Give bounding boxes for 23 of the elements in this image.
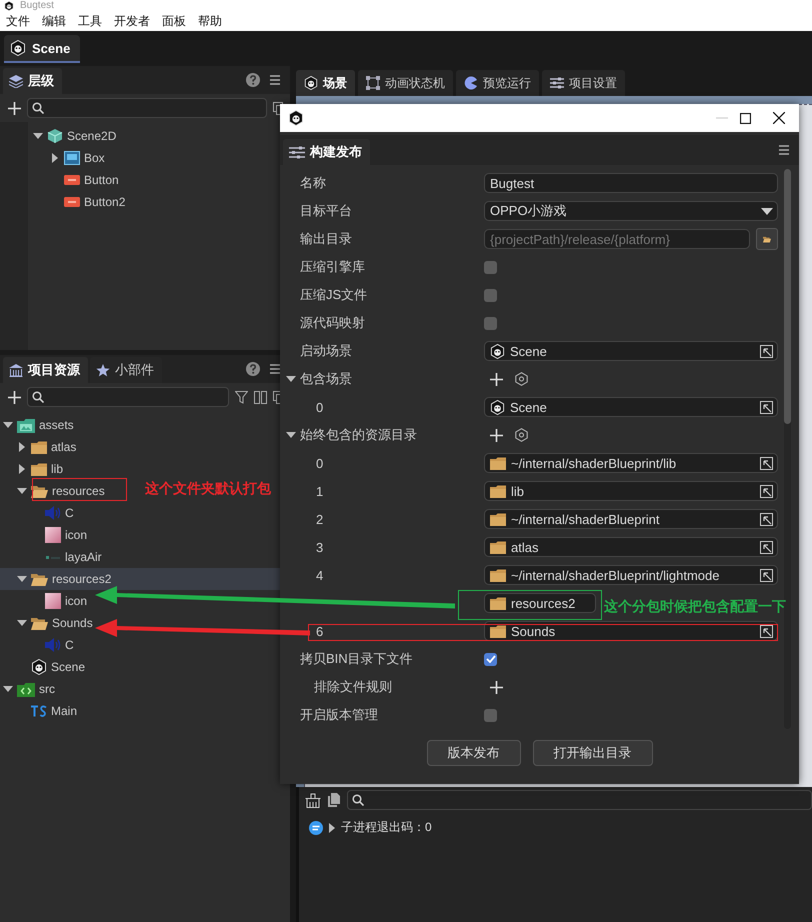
field-label: 源代码映射 — [300, 314, 365, 332]
field-label: 压缩JS文件 — [300, 286, 368, 304]
field-label: 输出目录 — [300, 230, 352, 248]
console-message: 子进程退出码：0 — [341, 819, 432, 836]
field-label: 拷贝BIN目录下文件 — [300, 650, 413, 668]
index-label: 0 — [316, 456, 324, 470]
field-label: 启动场景 — [300, 342, 352, 360]
index-label: 1 — [316, 484, 324, 498]
field-label: 排除文件规则 — [314, 678, 392, 696]
annotation-note: 这个分包时候把包含配置一下 — [604, 598, 786, 616]
field-label: 包含场景 — [300, 370, 352, 388]
field-label: 名称 — [300, 174, 326, 192]
index-label: 6 — [316, 624, 324, 638]
field-label: 开启版本管理 — [300, 706, 378, 724]
window-title: Bugtest — [20, 1, 54, 11]
index-label: 4 — [316, 568, 324, 582]
field-label: 始终包含的资源目录 — [300, 426, 417, 444]
index-label: 3 — [316, 540, 324, 554]
field-label: 压缩引擎库 — [300, 258, 365, 276]
annotation-note: 这个文件夹默认打包 — [145, 480, 271, 498]
index-label: 0 — [316, 400, 324, 414]
index-label: 2 — [316, 512, 324, 526]
field-label: 目标平台 — [300, 202, 352, 220]
